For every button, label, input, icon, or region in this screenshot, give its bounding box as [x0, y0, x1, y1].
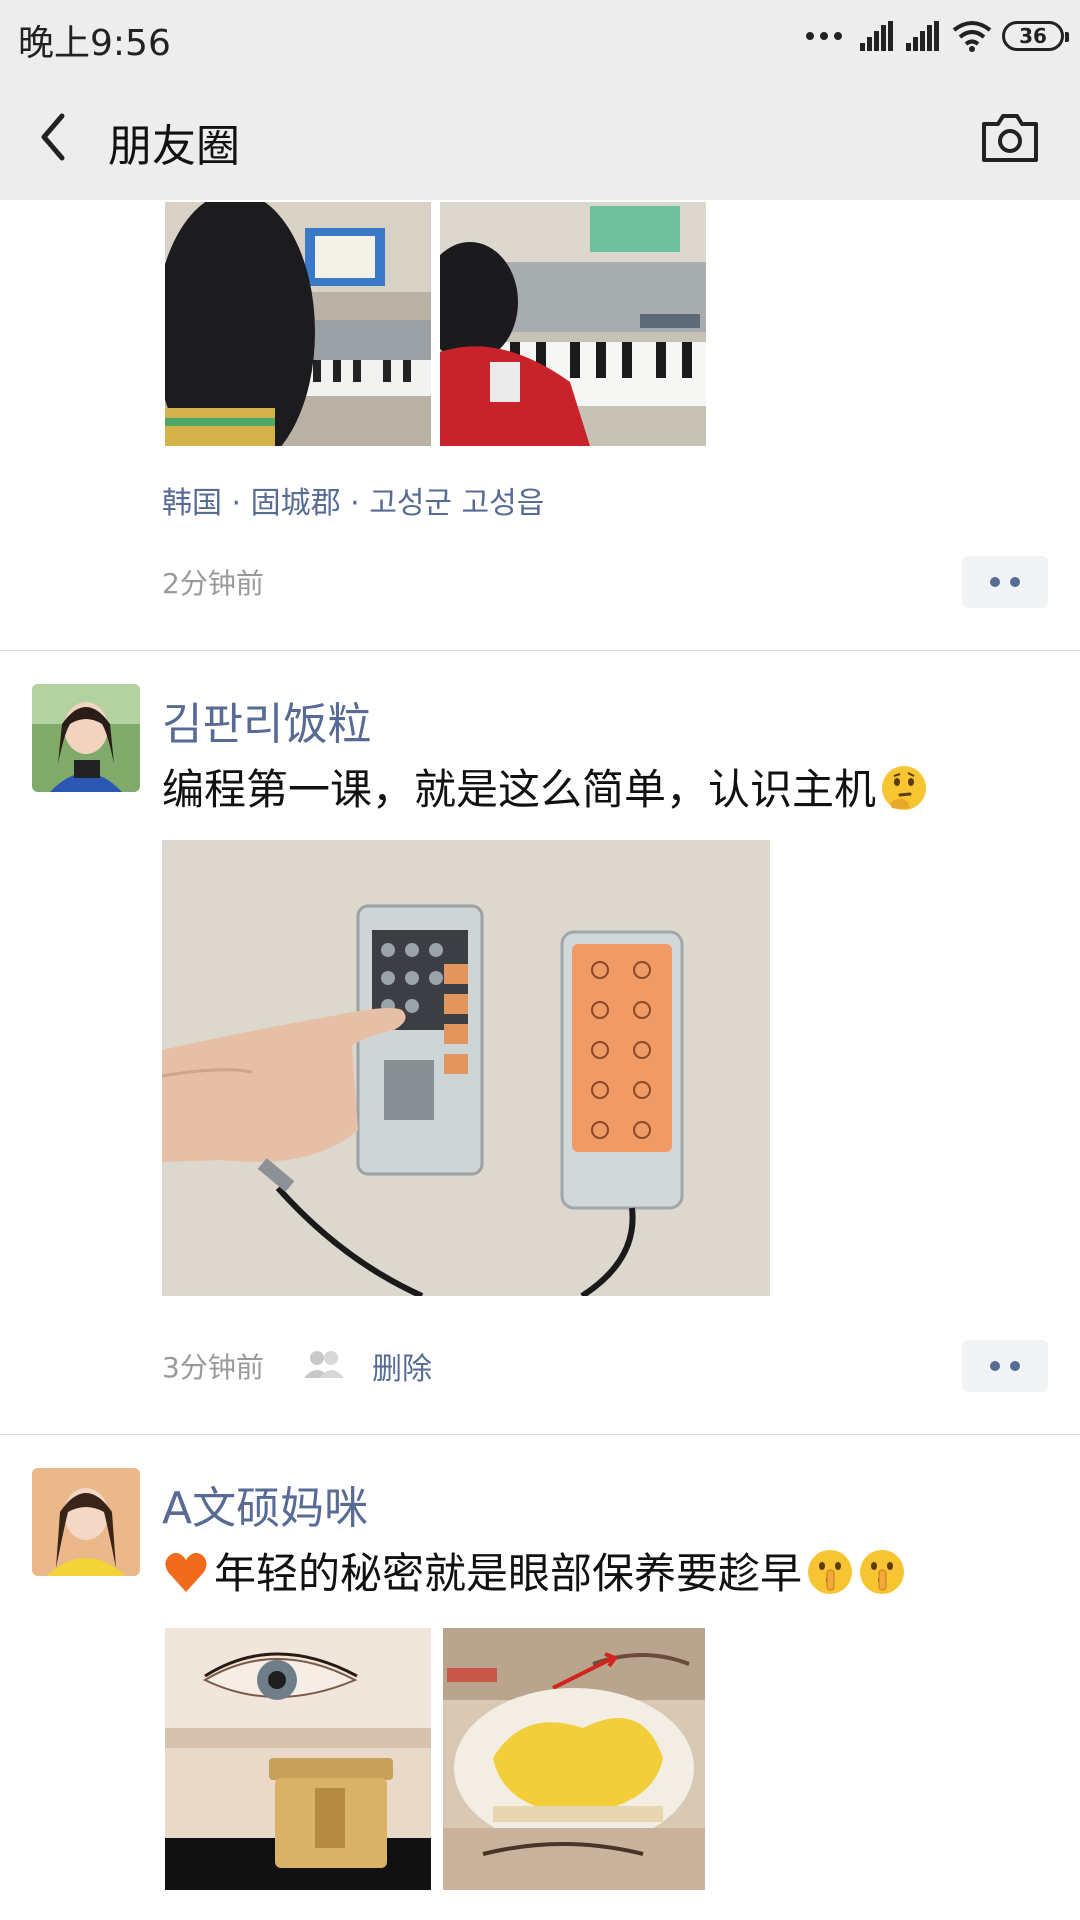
shushing-face-emoji [808, 1550, 853, 1594]
post-time: 3分钟前 [162, 1351, 264, 1384]
author-name[interactable]: A文硕妈咪 [162, 1472, 368, 1536]
camera-icon[interactable] [980, 112, 1040, 164]
boy-playing-piano-photo-1[interactable] [165, 202, 431, 446]
orange-heart-emoji [165, 1552, 207, 1592]
shushing-face-emoji [860, 1550, 905, 1594]
status-time: 晚上9:56 [18, 23, 171, 64]
delete-link[interactable]: 删除 [372, 1344, 432, 1388]
post-text-content: 年轻的秘密就是眼部保养要趁早 [214, 1549, 803, 1598]
post-text-content: 编程第一课，就是这么简单，认识主机 [162, 765, 877, 814]
more-dots-icon [806, 32, 842, 40]
page-title: 朋友圈 [108, 121, 240, 172]
avatar[interactable] [32, 1468, 140, 1576]
eye-cream-product-photo[interactable] [165, 1628, 431, 1890]
moments-feed[interactable]: 韩国 · 固城郡 · 고성군 고성읍 2分钟前 김판리饭粒 编程第一课，就是这么… [0, 200, 1080, 1920]
chevron-left-icon[interactable] [30, 104, 90, 170]
wifi-icon [952, 21, 992, 52]
boy-playing-piano-photo-2[interactable] [440, 202, 706, 446]
comment-menu-button[interactable] [962, 556, 1048, 608]
post-time: 2分钟前 [162, 567, 264, 600]
eye-cream-texture-photo[interactable] [443, 1628, 705, 1890]
thinking-face-emoji [882, 766, 927, 810]
programmable-mainboard-modules-photo[interactable] [162, 840, 770, 1296]
post-text: 编程第一课，就是这么简单，认识主机 [162, 756, 928, 817]
status-bar: 晚上9:56 36 [0, 0, 1080, 74]
status-icons: 36 [806, 16, 1069, 56]
avatar[interactable] [32, 684, 140, 792]
signal-1-icon [860, 21, 893, 51]
post-divider [0, 650, 1080, 651]
nav-bar: 朋友圈 [0, 74, 1080, 200]
post-text: 年轻的秘密就是眼部保养要趁早 [162, 1540, 906, 1601]
post-location[interactable]: 韩国 · 固城郡 · 고성군 고성읍 [162, 478, 544, 522]
author-name[interactable]: 김판리饭粒 [162, 688, 371, 752]
post-divider [0, 1434, 1080, 1435]
battery-icon: 36 [1002, 21, 1069, 51]
signal-2-icon [906, 21, 939, 51]
friends-visibility-icon[interactable] [302, 1348, 346, 1380]
comment-menu-button[interactable] [962, 1340, 1048, 1392]
